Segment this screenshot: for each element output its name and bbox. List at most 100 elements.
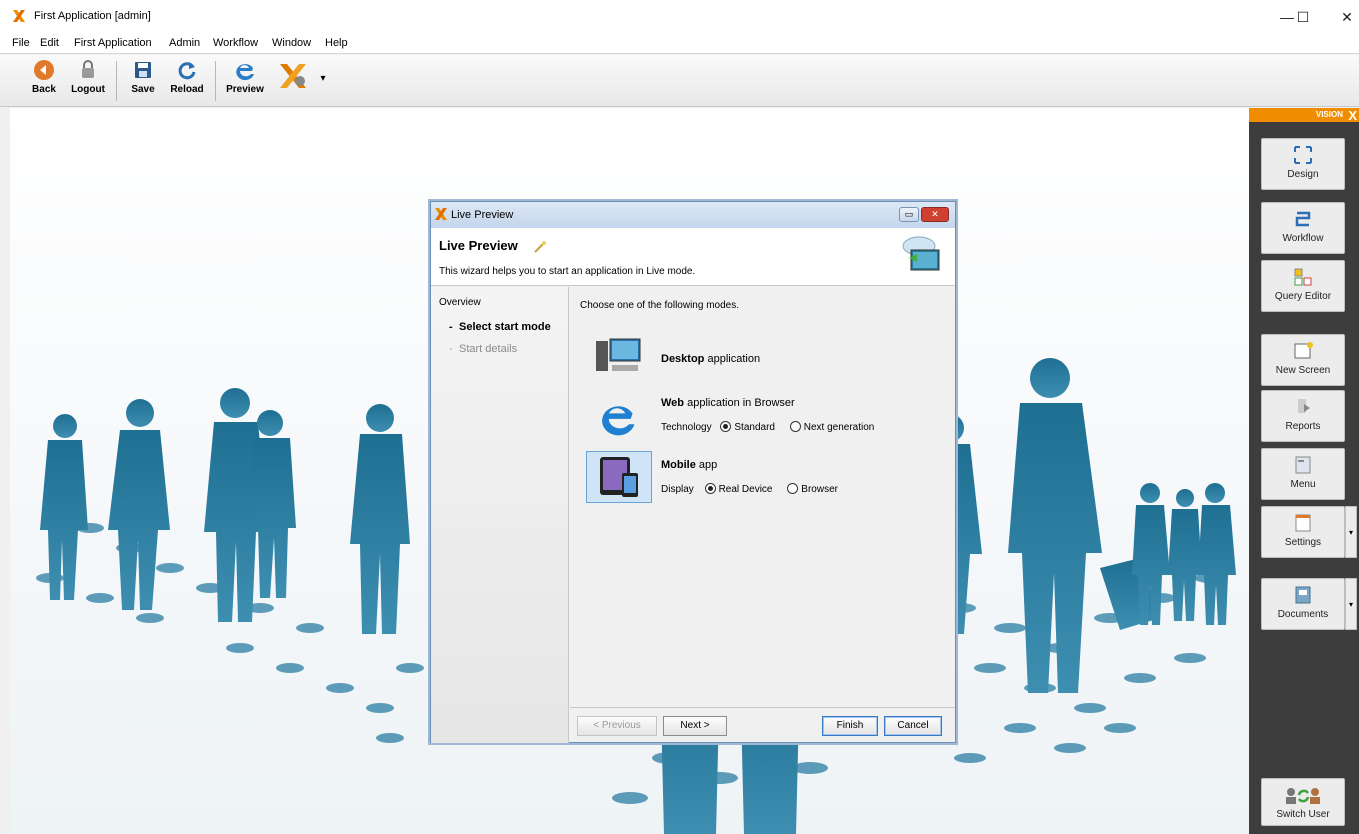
live-preview-dialog: Live Preview ▭ ✕ Live Preview This wizar…: [430, 201, 956, 743]
previous-button[interactable]: < Previous: [577, 716, 657, 736]
documents-dropdown[interactable]: ▾: [1345, 578, 1357, 630]
new-screen-label: New Screen: [1275, 365, 1331, 376]
workflow-label: Workflow: [1282, 233, 1324, 244]
dialog-header: Live Preview This wizard helps you to st…: [431, 228, 955, 286]
nav-step-select-start-mode: Select start mode: [459, 321, 551, 333]
workflow-button[interactable]: Workflow: [1261, 202, 1345, 254]
toolbar-separator: [215, 61, 216, 101]
finish-button[interactable]: Finish: [822, 716, 878, 736]
save-button[interactable]: Save: [126, 59, 160, 103]
web-option[interactable]: Web application in Browser Technology St…: [584, 395, 944, 447]
dialog-footer: < Previous Next > Finish Cancel: [570, 707, 955, 743]
wizard-content: Choose one of the following modes. Deskt…: [570, 287, 955, 707]
display-label: Display: [661, 484, 694, 495]
switch-user-icon: [1286, 788, 1320, 804]
browser-e-icon: [602, 406, 635, 436]
wizard-steps-nav: Overview - Select start mode · Start det…: [431, 287, 569, 743]
cloud-monitor-icon: [902, 236, 940, 271]
right-side-panel: VISION X Design Workflow Query Editor Ne…: [1249, 108, 1359, 834]
desktop-option[interactable]: Desktop application: [584, 333, 944, 377]
dialog-heading: Live Preview: [439, 238, 518, 253]
logout-button[interactable]: Logout: [66, 59, 110, 103]
switch-user-button[interactable]: Switch User: [1261, 778, 1345, 826]
reports-icon: [1298, 399, 1310, 413]
radio-selected-icon: [704, 483, 716, 494]
mobile-option-label: Mobile app: [661, 459, 718, 471]
preview-label: Preview: [226, 84, 264, 95]
visionx-brand-label: VISION: [1315, 110, 1343, 119]
query-editor-label: Query Editor: [1274, 291, 1332, 302]
app-logo-icon: [13, 10, 25, 22]
display-real-device-radio[interactable]: Real Device: [704, 483, 773, 495]
nav-step-start-details: Start details: [459, 343, 518, 355]
mobile-option[interactable]: Mobile app Display Real Device Browser: [584, 451, 944, 505]
nav-bullet: ·: [449, 343, 453, 355]
switch-user-label: Switch User: [1276, 809, 1330, 820]
maximize-button[interactable]: ☐: [1280, 6, 1326, 28]
menu-admin[interactable]: Admin: [169, 37, 200, 49]
design-button[interactable]: Design: [1261, 138, 1345, 190]
technology-standard-radio[interactable]: Standard: [720, 421, 775, 433]
desktop-computer-icon: [596, 338, 641, 371]
query-editor-icon: [1294, 268, 1312, 286]
visionx-logo-icon: [280, 64, 306, 88]
reload-icon: [178, 62, 196, 80]
tablet-phone-icon: [600, 457, 638, 497]
reload-label: Reload: [170, 84, 204, 95]
reports-button[interactable]: Reports: [1261, 390, 1345, 442]
menu-icon: [1295, 456, 1311, 474]
dialog-description: This wizard helps you to start an applic…: [439, 266, 696, 277]
documents-label: Documents: [1277, 609, 1329, 620]
new-screen-button[interactable]: New Screen: [1261, 334, 1345, 386]
new-screen-icon: [1294, 342, 1313, 359]
technology-label: Technology: [661, 422, 712, 433]
menu-label: Menu: [1290, 479, 1316, 490]
settings-button[interactable]: Settings: [1261, 506, 1345, 558]
window-title-bar: First Application [admin] — ☐ ✕: [0, 0, 1359, 32]
nav-bullet: -: [449, 321, 453, 333]
dialog-title-bar: Live Preview ▭ ✕: [431, 202, 955, 228]
settings-label: Settings: [1284, 537, 1322, 548]
dialog-restore-button[interactable]: ▭: [899, 207, 919, 222]
documents-button[interactable]: Documents: [1261, 578, 1345, 630]
dialog-close-button[interactable]: ✕: [921, 207, 949, 222]
web-option-label: Web application in Browser: [661, 397, 795, 409]
back-icon: [34, 60, 54, 80]
toolbar-separator: [116, 61, 117, 101]
close-button[interactable]: ✕: [1324, 6, 1359, 28]
visionx-menu-button[interactable]: [274, 59, 312, 103]
next-button[interactable]: Next >: [663, 716, 727, 736]
settings-dropdown[interactable]: ▾: [1345, 506, 1357, 558]
menu-bar: File Edit First Application Admin Workfl…: [0, 32, 1359, 54]
workflow-icon: [1295, 211, 1311, 227]
back-label: Back: [32, 84, 56, 95]
documents-icon: [1295, 586, 1311, 604]
design-label: Design: [1287, 169, 1319, 180]
logout-label: Logout: [71, 84, 105, 95]
desktop-option-label: Desktop application: [661, 353, 761, 365]
menu-edit[interactable]: Edit: [40, 37, 59, 49]
settings-icon: [1295, 514, 1311, 532]
query-editor-button[interactable]: Query Editor: [1261, 260, 1345, 312]
save-label: Save: [131, 84, 155, 95]
reload-button[interactable]: Reload: [166, 59, 208, 103]
visionx-brand-x: X: [1348, 108, 1357, 123]
cancel-button[interactable]: Cancel: [884, 716, 942, 736]
save-icon: [135, 62, 151, 78]
back-button[interactable]: Back: [28, 59, 60, 103]
display-radio-group: Display Real Device Browser: [661, 483, 838, 495]
menu-help[interactable]: Help: [325, 37, 348, 49]
menu-file[interactable]: File: [12, 37, 30, 49]
logout-icon: [82, 60, 94, 78]
radio-selected-icon: [720, 421, 732, 432]
menu-first-application[interactable]: First Application: [74, 37, 152, 49]
visionx-header: VISION X: [1249, 108, 1359, 123]
menu-workflow[interactable]: Workflow: [213, 37, 258, 49]
instruction-text: Choose one of the following modes.: [580, 300, 739, 311]
preview-button[interactable]: Preview: [223, 59, 267, 103]
nav-overview: Overview: [439, 297, 481, 308]
display-browser-radio[interactable]: Browser: [787, 483, 838, 495]
menu-button[interactable]: Menu: [1261, 448, 1345, 500]
menu-window[interactable]: Window: [272, 37, 311, 49]
technology-next-generation-radio[interactable]: Next generation: [789, 421, 874, 433]
